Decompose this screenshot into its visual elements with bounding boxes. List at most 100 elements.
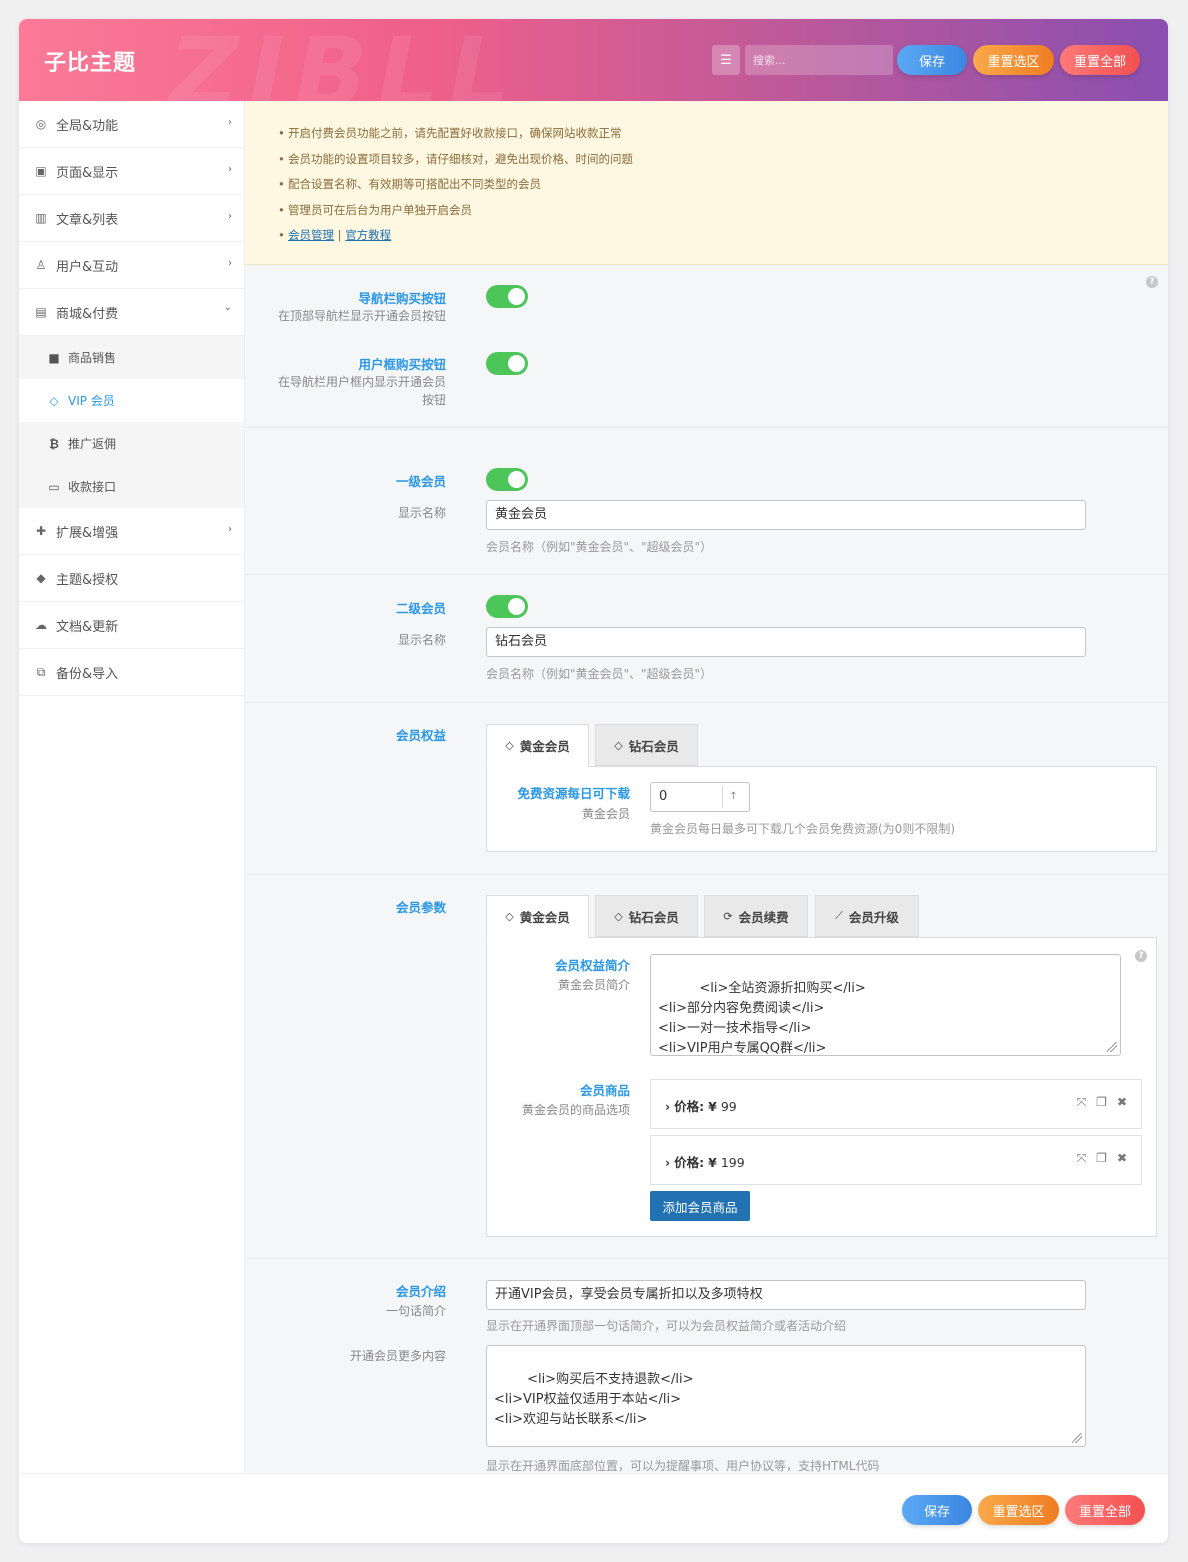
level2-name-input[interactable]: 钻石会员 <box>486 627 1086 657</box>
expand-icon[interactable]: ⤧ <box>1077 1151 1087 1166</box>
goods-sub: 黄金会员的商品选项 <box>521 1103 630 1117</box>
sidebar-item-label: 主题&授权 <box>56 572 119 588</box>
level1-toggle[interactable] <box>486 468 528 491</box>
sidebar-item-label: 全局&功能 <box>56 118 119 134</box>
more-content-textarea[interactable]: <li>购买后不支持退款</li> <li>VIP权益仅适用于本站</li> <… <box>486 1345 1086 1447</box>
close-icon[interactable]: ✖ <box>1117 1151 1127 1166</box>
settings-icon: ◎ <box>35 117 47 131</box>
chevron-right-icon: › <box>228 117 232 128</box>
sidebar-item-page[interactable]: ▣ 页面&显示 › <box>19 148 244 195</box>
sidebar-item-docs[interactable]: ☁ 文档&更新 <box>19 602 244 649</box>
tab-gold[interactable]: ◇ 黄金会员 <box>486 724 589 767</box>
add-goods-button[interactable]: 添加会员商品 <box>650 1191 750 1221</box>
reset-all-button[interactable]: 重置全部 <box>1060 45 1140 75</box>
footer-reset-section-button[interactable]: 重置选区 <box>978 1495 1059 1525</box>
sidebar-item-license[interactable]: ◆ 主题&授权 <box>19 555 244 602</box>
settings-panel: ZIBLL 子比主题 ☰ 保存 重置选区 重置全部 ◎ 全局&功能 › ▣ 页面… <box>19 19 1168 1543</box>
sidebar-subitem-label: 推广返佣 <box>68 437 117 451</box>
link-separator: | <box>337 228 342 242</box>
chevron-right-icon: › <box>228 524 232 535</box>
diamond-icon: ◇ <box>49 393 59 408</box>
goods-item[interactable]: › 价格: ¥ 99 ⤧ ❐ ✖ <box>650 1079 1142 1129</box>
sidebar-subitem-product[interactable]: ■ 商品销售 <box>19 336 244 379</box>
copy-icon[interactable]: ❐ <box>1096 1095 1107 1110</box>
level1-name-input[interactable]: 黄金会员 <box>486 500 1086 530</box>
member-manage-link[interactable]: 会员管理 <box>288 228 334 242</box>
reset-section-button[interactable]: 重置选区 <box>973 45 1054 75</box>
download-count-value: 0 <box>659 789 668 804</box>
diamond-icon: ◇ <box>505 910 514 923</box>
currency-symbol: ¥ <box>708 1099 717 1114</box>
chevron-right-icon: › <box>228 258 232 269</box>
sidebar-subitem-vip[interactable]: ◇ VIP 会员 <box>19 379 244 422</box>
resize-grip-icon[interactable] <box>1072 1433 1082 1443</box>
currency-symbol: ¥ <box>708 1155 717 1170</box>
tab-label: 钻石会员 <box>628 909 679 925</box>
sidebar-subitem-label: 收款接口 <box>68 480 117 494</box>
search-input[interactable] <box>745 45 893 75</box>
header-bar: ZIBLL 子比主题 ☰ 保存 重置选区 重置全部 <box>19 19 1168 101</box>
nav-buy-title: 导航栏购买按钮 <box>358 291 446 306</box>
tab-label: 会员续费 <box>738 909 789 925</box>
resize-grip-icon[interactable] <box>1107 1042 1117 1052</box>
sidebar-subitem-rebate[interactable]: ₿ 推广返佣 <box>19 422 244 465</box>
user-buy-toggle[interactable] <box>486 352 528 375</box>
sidebar-item-backup[interactable]: ⧉ 备份&导入 <box>19 649 244 696</box>
main-content: 开启付费会员功能之前，请先配置好收款接口，确保网站收款正常 会员功能的设置项目较… <box>245 101 1168 1473</box>
sidebar-item-extend[interactable]: ✚ 扩展&增强 › <box>19 508 244 555</box>
diamond-icon: ◇ <box>614 909 623 923</box>
sidebar-item-global[interactable]: ◎ 全局&功能 › <box>19 101 244 148</box>
sidebar-item-label: 文档&更新 <box>56 619 119 635</box>
tab-upgrade[interactable]: ⟋ 会员升级 <box>815 895 919 937</box>
member-intro-sub: 一句话简介 <box>385 1304 446 1318</box>
save-button[interactable]: 保存 <box>897 45 967 75</box>
member-intro-input[interactable]: 开通VIP会员，享受会员专属折扣以及多项特权 <box>486 1280 1086 1310</box>
help-icon[interactable]: ? <box>1135 950 1147 962</box>
expand-list-icon[interactable]: ☰ <box>712 45 740 75</box>
member-intro-title: 会员介绍 <box>395 1284 446 1299</box>
nav-buy-toggle[interactable] <box>486 285 528 308</box>
level2-section: 二级会员 显示名称 钻石会员 会员名称（例如"黄金会员"、"超级会员"） <box>245 575 1168 703</box>
price-label: 价格: <box>674 1099 705 1114</box>
header-watermark: ZIBLL <box>169 19 520 101</box>
intro-textarea[interactable]: <li>全站资源折扣购买</li> <li>部分内容免费阅读</li> <li>… <box>650 954 1121 1056</box>
nav-buy-label: 导航栏购买按钮 在顶部导航栏显示开通会员按钮 <box>245 288 446 325</box>
tutorial-link[interactable]: 官方教程 <box>345 228 391 242</box>
user-icon: ♙ <box>35 258 47 272</box>
tab-renew[interactable]: ⟳ 会员续费 <box>704 895 808 937</box>
close-icon[interactable]: ✖ <box>1117 1095 1127 1110</box>
footer-reset-all-button[interactable]: 重置全部 <box>1065 1495 1145 1525</box>
price-label: 价格: <box>674 1155 705 1170</box>
sidebar: ◎ 全局&功能 › ▣ 页面&显示 › ▥ 文章&列表 › ♙ 用户&互动 › … <box>19 101 245 1473</box>
tab-diamond[interactable]: ◇ 钻石会员 <box>595 895 698 937</box>
more-content-label: 开通会员更多内容 <box>245 1347 446 1365</box>
bitcoin-icon: ₿ <box>49 436 59 451</box>
level1-section: 一级会员 显示名称 黄金会员 会员名称（例如"黄金会员"、"超级会员"） <box>245 448 1168 575</box>
sidebar-item-article[interactable]: ▥ 文章&列表 › <box>19 195 244 242</box>
params-tab-panel: ? 会员权益简介 黄金会员简介 <li>全站资源折扣购买</li> <li>部分… <box>486 937 1157 1237</box>
help-icon[interactable]: ? <box>1146 276 1158 288</box>
download-count-input[interactable]: 0 ↑ <box>650 782 750 812</box>
footer-save-button[interactable]: 保存 <box>902 1495 972 1525</box>
copy-icon[interactable]: ❐ <box>1096 1151 1107 1166</box>
tab-diamond[interactable]: ◇ 钻石会员 <box>595 724 698 766</box>
puzzle-icon: ✚ <box>35 524 47 538</box>
expand-icon[interactable]: ⤧ <box>1077 1095 1087 1110</box>
level1-name-text: 显示名称 <box>397 506 446 520</box>
rights-section: 会员权益 ◇ 黄金会员 ◇ 钻石会员 免费资源每日可下载 黄金会员 0 ↑ 黄金… <box>245 703 1168 875</box>
backup-icon: ⧉ <box>36 664 46 679</box>
tab-gold[interactable]: ◇ 黄金会员 <box>486 895 589 938</box>
sidebar-item-shop[interactable]: ▤ 商城&付费 ⌄ <box>19 289 244 336</box>
tab-label: 会员升级 <box>848 909 899 925</box>
sidebar-item-label: 页面&显示 <box>56 165 119 181</box>
sidebar-subitem-label: VIP 会员 <box>68 394 115 408</box>
sidebar-item-user[interactable]: ♙ 用户&互动 › <box>19 242 244 289</box>
nav-buy-desc: 在顶部导航栏显示开通会员按钮 <box>277 309 446 323</box>
user-buy-label: 用户框购买按钮 在导航栏用户框内显示开通会员按钮 <box>245 354 446 409</box>
intro-label: 会员权益简介 黄金会员简介 <box>487 955 630 994</box>
sidebar-subitem-payment[interactable]: ▭ 收款接口 <box>19 465 244 508</box>
sidebar-item-label: 文章&列表 <box>56 212 119 228</box>
goods-item[interactable]: › 价格: ¥ 199 ⤧ ❐ ✖ <box>650 1135 1142 1185</box>
level2-toggle[interactable] <box>486 595 528 618</box>
stepper-up-icon[interactable]: ↑ <box>722 786 744 808</box>
